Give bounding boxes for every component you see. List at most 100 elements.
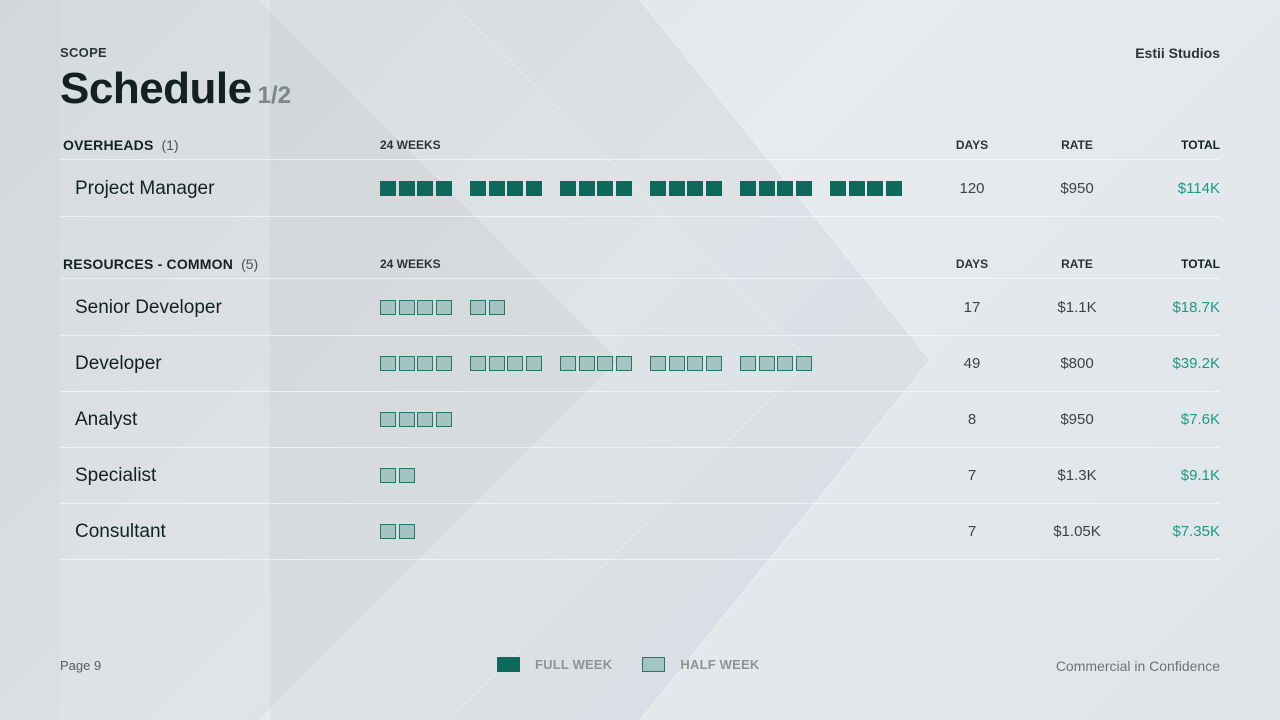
full-week-label: FULL WEEK [535, 656, 613, 672]
full-week-block [650, 181, 666, 196]
days-header: DAYS [955, 256, 989, 271]
half-week-block [417, 412, 433, 427]
slide: SCOPE Estii Studios Schedule 1/2 OVERHEAD… [0, 0, 1280, 720]
full-week-block [867, 181, 883, 196]
total-value: $18.7K [1172, 299, 1220, 316]
confidentiality-note: Commercial in Confidence [1055, 658, 1220, 674]
week-bar [380, 468, 940, 483]
weeks-header: 24 WEEKS [380, 137, 441, 152]
half-week-block [525, 356, 542, 371]
table-row: Senior Developer 17 $1.1K $18.7K [60, 280, 1220, 336]
half-week-block [470, 356, 486, 371]
half-week-block [488, 356, 505, 371]
week-bar [380, 300, 940, 315]
half-week-label: HALF WEEK [680, 656, 760, 672]
half-week-block [380, 356, 396, 371]
half-week-block [488, 300, 505, 315]
half-week-block [705, 356, 722, 371]
days-value: 120 [959, 180, 985, 197]
total-header: TOTAL [1181, 256, 1220, 271]
table-row: Specialist 7 $1.3K $9.1K [60, 448, 1220, 504]
title-text: Schedule [60, 64, 252, 113]
role-name: Project Manager [75, 178, 215, 199]
full-week-block [560, 181, 576, 196]
page-number: Page 9 [60, 658, 102, 673]
full-week-block [507, 181, 523, 196]
full-week-block [435, 181, 452, 196]
week-bar [380, 181, 940, 196]
full-week-block [488, 181, 505, 196]
rate-value: $1.3K [1057, 467, 1097, 484]
rate-value: $950 [1060, 180, 1094, 197]
half-week-block [740, 356, 756, 371]
half-week-block [398, 356, 415, 371]
half-week-block [380, 468, 396, 483]
half-week-block [435, 412, 452, 427]
week-bar [380, 524, 940, 539]
full-week-block [398, 181, 415, 196]
section-name: RESOURCES - COMMON [63, 255, 234, 272]
half-week-block [398, 468, 415, 483]
rate-value: $1.05K [1053, 523, 1101, 540]
full-week-block [795, 181, 812, 196]
half-week-block [777, 356, 793, 371]
half-week-block [687, 356, 703, 371]
week-bar [380, 412, 940, 427]
full-week-block [578, 181, 595, 196]
rate-value: $1.1K [1057, 299, 1097, 316]
rate-value: $800 [1060, 355, 1094, 372]
half-week-block [417, 300, 433, 315]
section-name: OVERHEADS [63, 136, 154, 153]
title-page-indicator: 1/2 [257, 82, 291, 109]
legend: FULL WEEK HALF WEEK [497, 656, 759, 672]
total-value: $7.35K [1172, 523, 1220, 540]
half-week-swatch [642, 656, 666, 672]
half-week-block [615, 356, 632, 371]
role-name: Developer [75, 353, 162, 374]
role-name: Consultant [75, 521, 166, 542]
full-week-block [848, 181, 865, 196]
rate-header: RATE [1061, 256, 1093, 271]
half-week-block [560, 356, 576, 371]
full-week-block [668, 181, 685, 196]
half-week-block [795, 356, 812, 371]
full-week-block [615, 181, 632, 196]
total-value: $39.2K [1172, 355, 1220, 372]
half-week-block [380, 300, 396, 315]
rate-value: $950 [1060, 411, 1094, 428]
total-value: $7.6K [1180, 411, 1220, 428]
full-week-block [380, 181, 396, 196]
days-value: 17 [963, 299, 981, 316]
section-header-resources-common: RESOURCES - COMMON (5) 24 WEEKS DAYS RAT… [60, 249, 1220, 279]
half-week-block [470, 300, 486, 315]
days-value: 8 [967, 411, 977, 428]
table-row: Project Manager 120 $950 $114K [60, 161, 1220, 217]
half-week-block [398, 412, 415, 427]
full-week-block [740, 181, 756, 196]
half-week-block [417, 356, 433, 371]
full-week-block [687, 181, 703, 196]
total-value: $9.1K [1180, 467, 1220, 484]
days-value: 49 [963, 355, 981, 372]
full-week-block [705, 181, 722, 196]
full-week-block [470, 181, 486, 196]
total-header: TOTAL [1181, 137, 1220, 152]
half-week-block [380, 524, 396, 539]
section-count: (1) [161, 136, 179, 153]
table-row: Developer 49 $800 $39.2K [60, 336, 1220, 392]
role-name: Analyst [75, 409, 138, 430]
half-week-block [597, 356, 613, 371]
days-value: 7 [967, 523, 977, 540]
half-week-block [668, 356, 685, 371]
section-kicker: SCOPE [60, 45, 108, 60]
half-week-block [650, 356, 666, 371]
full-week-block [830, 181, 846, 196]
week-bar [380, 356, 940, 371]
total-value: $114K [1177, 180, 1220, 197]
full-week-block [758, 181, 775, 196]
weeks-header: 24 WEEKS [380, 256, 441, 271]
half-week-block [398, 524, 415, 539]
full-week-block [525, 181, 542, 196]
full-week-block [597, 181, 613, 196]
half-week-block [435, 300, 452, 315]
